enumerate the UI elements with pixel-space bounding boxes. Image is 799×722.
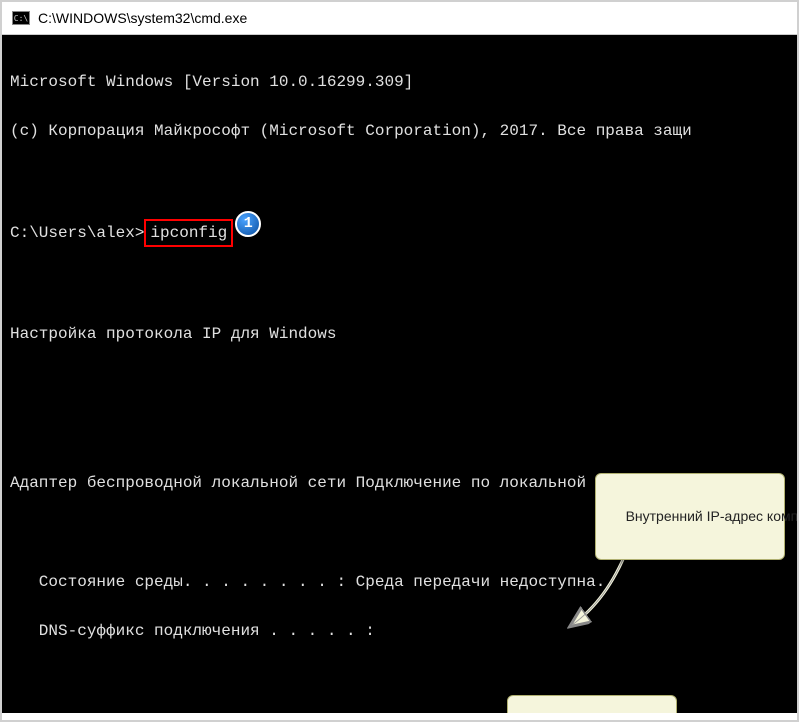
command-text: ipconfig bbox=[150, 224, 227, 242]
callout-internal-ip-text: Внутренний IP-адрес компьютера bbox=[626, 508, 797, 524]
window-title: C:\WINDOWS\system32\cmd.exe bbox=[38, 10, 247, 26]
callout-internal-ip: Внутренний IP-адрес компьютера bbox=[595, 473, 785, 560]
adapter-1-media-state: Состояние среды. . . . . . . . : Среда п… bbox=[10, 570, 789, 595]
version-line: Microsoft Windows [Version 10.0.16299.30… bbox=[10, 70, 789, 95]
ipconfig-heading: Настройка протокола IP для Windows bbox=[10, 322, 789, 347]
adapter-1-dns-suffix: DNS-суффикс подключения . . . . . : bbox=[10, 619, 789, 644]
prompt-line: C:\Users\alex>ipconfig1 bbox=[10, 219, 789, 248]
terminal-output: Microsoft Windows [Version 10.0.16299.30… bbox=[2, 35, 797, 713]
copyright-line: (c) Корпорация Майкрософт (Microsoft Cor… bbox=[10, 119, 789, 144]
command-highlight-box: ipconfig1 bbox=[144, 219, 233, 248]
window-titlebar: C:\ C:\WINDOWS\system32\cmd.exe bbox=[2, 2, 797, 35]
annotation-badge-1: 1 bbox=[235, 211, 261, 237]
callout-router-ip: IP-адрес роутера bbox=[507, 695, 677, 713]
cmd-icon: C:\ bbox=[12, 11, 30, 25]
prompt-text: C:\Users\alex> bbox=[10, 224, 144, 242]
